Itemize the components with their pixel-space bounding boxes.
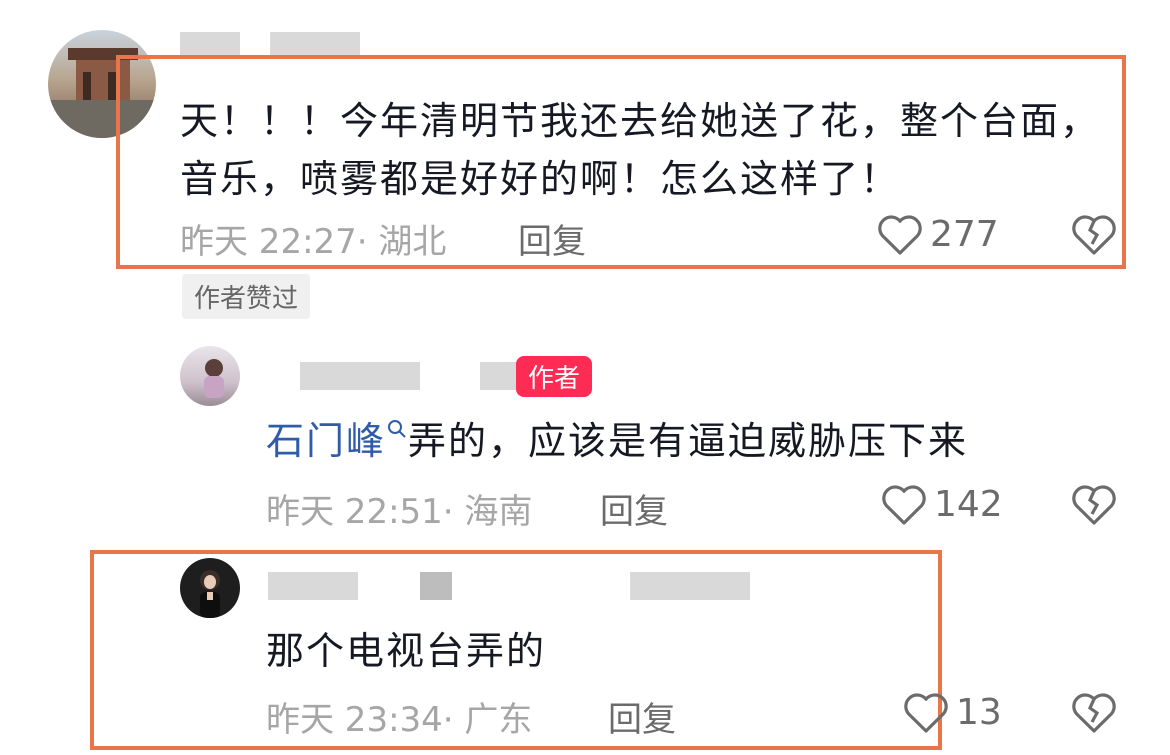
like-button[interactable]: 142 (880, 482, 1003, 526)
heart-outline-icon (882, 485, 926, 525)
comment-location: · 湖北 (356, 222, 447, 262)
comment-text: 那个电视台弄的 (266, 629, 547, 673)
like-button[interactable]: 277 (876, 212, 999, 256)
dislike-button[interactable] (1070, 212, 1118, 260)
comment-text: 天！！！今年清明节我还去给她送了花，整个台面，音乐，喷雾都是好好的啊！怎么这样了… (180, 99, 1101, 201)
heart-outline-icon (878, 215, 922, 255)
username-redacted (300, 362, 420, 390)
mention-link[interactable]: 石门峰 (266, 419, 408, 463)
heart-outline-icon (904, 693, 948, 733)
reply-button[interactable]: 回复 (518, 214, 586, 263)
avatar[interactable] (180, 558, 240, 618)
username-redacted (630, 572, 750, 600)
comment-time: 昨天 23:34 (266, 700, 443, 740)
comment-time: 昨天 22:27 (180, 222, 357, 262)
broken-heart-icon (1072, 215, 1116, 255)
comment-text: 石门峰 弄的，应该是有逼迫威胁压下来 (266, 412, 1126, 470)
comment-time: 昨天 22:51 (266, 492, 443, 532)
author-badge: 作者 (516, 356, 593, 397)
username-redacted (480, 362, 516, 390)
broken-heart-icon (1072, 693, 1116, 733)
comment-meta: 昨天 23:34· 广东 (266, 692, 532, 741)
author-liked-badge: 作者赞过 (182, 274, 311, 319)
avatar[interactable] (180, 346, 240, 406)
username-redacted (420, 572, 452, 600)
like-count: 277 (930, 213, 999, 255)
username-redacted (270, 32, 360, 56)
comment-meta: 昨天 22:51· 海南 (266, 484, 532, 533)
search-icon (388, 420, 406, 438)
broken-heart-icon (1072, 485, 1116, 525)
comment-location: · 海南 (442, 492, 533, 532)
mention-text: 石门峰 (266, 419, 387, 463)
like-button[interactable]: 13 (902, 690, 1002, 734)
username-redacted (180, 32, 240, 56)
comment-meta: 昨天 22:27· 湖北 (180, 214, 446, 263)
comment-location: · 广东 (442, 700, 533, 740)
dislike-button[interactable] (1070, 690, 1118, 738)
like-count: 142 (934, 483, 1003, 525)
dislike-button[interactable] (1070, 482, 1118, 530)
comment-body: 弄的，应该是有逼迫威胁压下来 (408, 419, 969, 463)
reply-button[interactable]: 回复 (600, 484, 668, 533)
like-count: 13 (956, 691, 1002, 733)
reply-button[interactable]: 回复 (608, 692, 676, 741)
username-redacted (268, 572, 358, 600)
